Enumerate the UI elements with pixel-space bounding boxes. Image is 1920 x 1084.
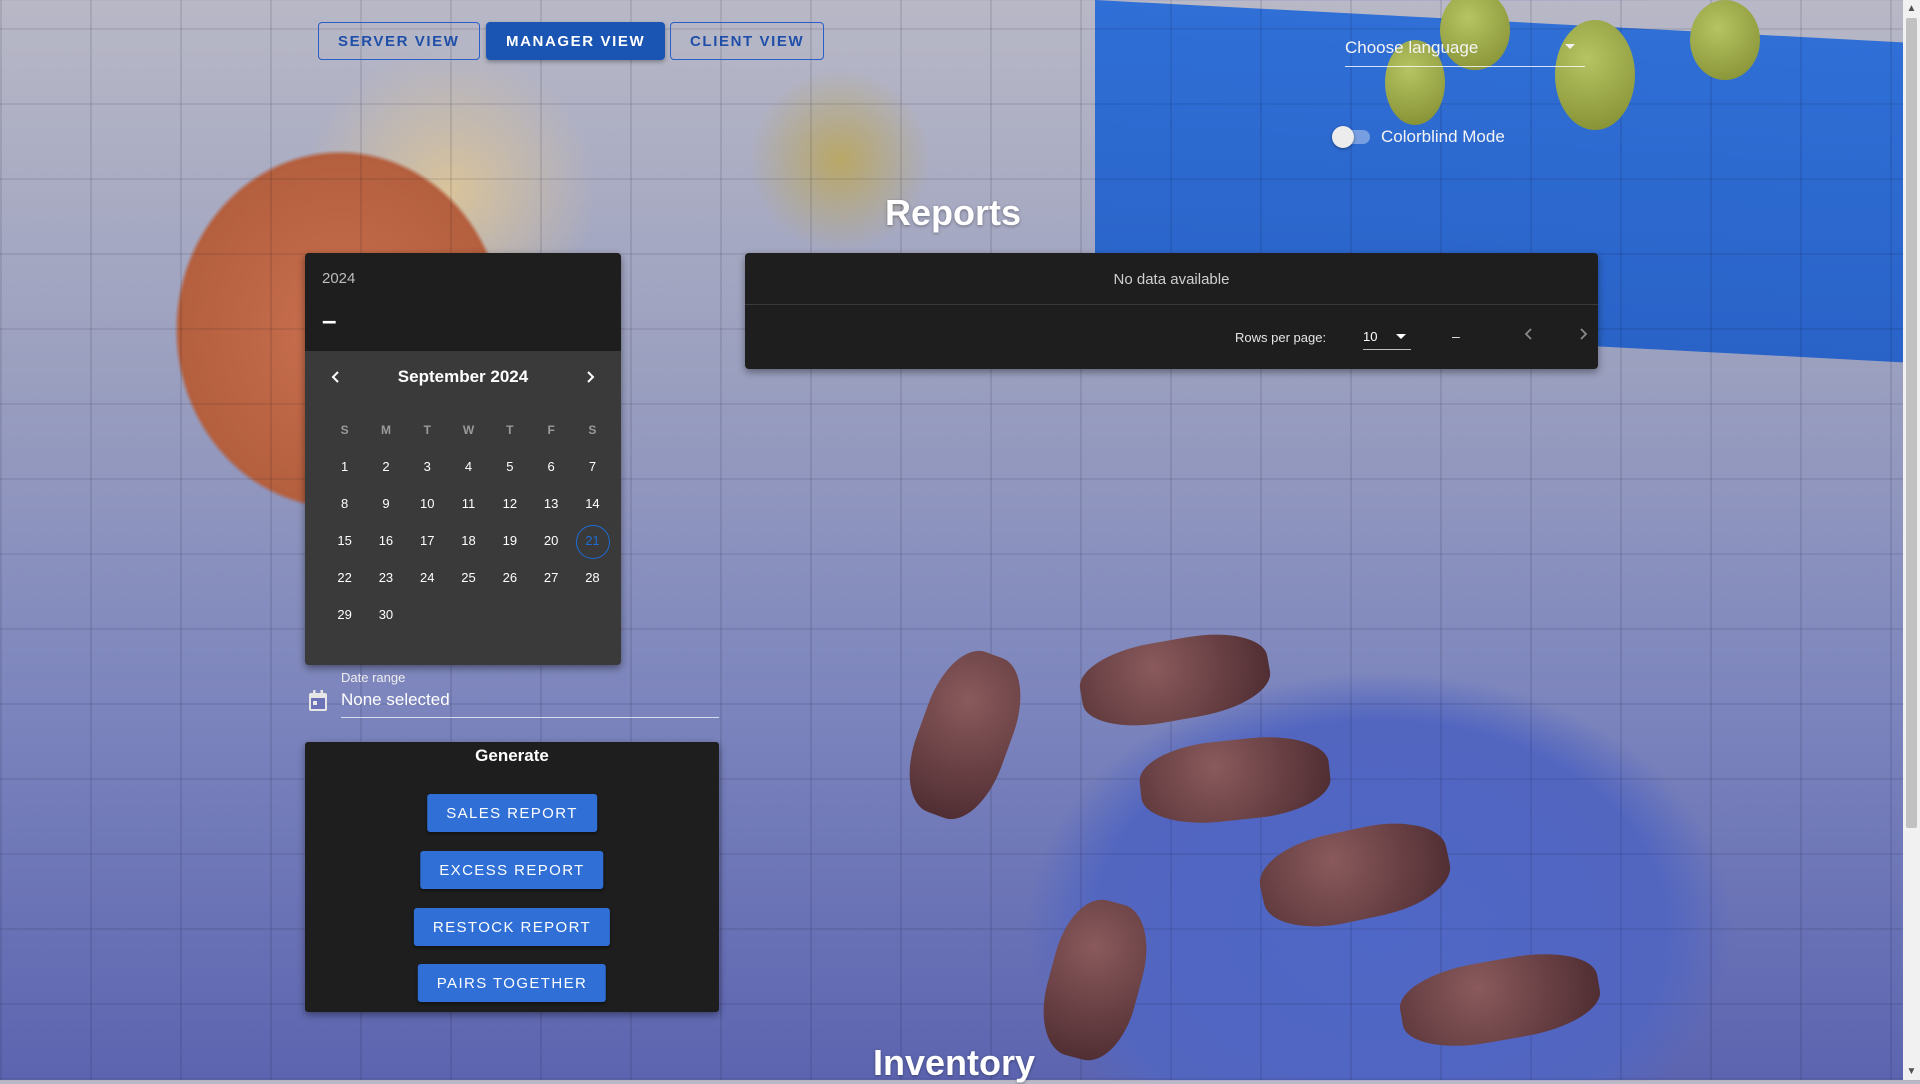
calendar-week: 15 16 17 18 19 20 21 bbox=[324, 522, 613, 559]
calendar-day[interactable]: 13 bbox=[530, 496, 571, 511]
calendar-week: 29 30 bbox=[324, 596, 613, 633]
date-range-label: Date range bbox=[341, 670, 406, 685]
rows-per-page-select[interactable]: 10 bbox=[1363, 323, 1411, 350]
calendar-day[interactable]: 20 bbox=[530, 533, 571, 548]
calendar-day[interactable]: 3 bbox=[407, 459, 448, 474]
no-data-message: No data available bbox=[1113, 271, 1230, 288]
calendar-day[interactable]: 16 bbox=[365, 533, 406, 548]
date-picker: 2024 – September 2024 S M T W T F S 1 2 … bbox=[305, 253, 621, 665]
calendar-day[interactable]: 11 bbox=[448, 496, 489, 511]
next-page-button[interactable] bbox=[1569, 321, 1597, 349]
calendar-week: 8 9 10 11 12 13 14 bbox=[324, 485, 613, 522]
date-picker-selected-range: – bbox=[322, 305, 337, 335]
scroll-down-icon[interactable]: ▼ bbox=[1903, 1063, 1920, 1080]
calendar-day[interactable]: 5 bbox=[489, 459, 530, 474]
weekday-label: S bbox=[588, 422, 597, 437]
language-select[interactable]: Choose language bbox=[1345, 36, 1585, 67]
weekday-label: F bbox=[547, 422, 555, 437]
calendar-day[interactable]: 24 bbox=[407, 570, 448, 585]
chevron-down-icon bbox=[1396, 334, 1406, 339]
calendar-day[interactable]: 17 bbox=[407, 533, 448, 548]
calendar-day[interactable]: 18 bbox=[448, 533, 489, 548]
scroll-up-icon[interactable]: ▲ bbox=[1903, 0, 1920, 17]
calendar-day[interactable]: 19 bbox=[489, 533, 530, 548]
calendar-day[interactable]: 23 bbox=[365, 570, 406, 585]
generate-panel: Generate SALES REPORT EXCESS REPORT REST… bbox=[305, 742, 719, 1012]
calendar-week: 22 23 24 25 26 27 28 bbox=[324, 559, 613, 596]
calendar-day[interactable]: 2 bbox=[365, 459, 406, 474]
calendar-day[interactable]: 26 bbox=[489, 570, 530, 585]
background-olive bbox=[1690, 0, 1760, 80]
calendar-day[interactable]: 30 bbox=[365, 607, 406, 622]
reports-title: Reports bbox=[885, 192, 1022, 233]
date-picker-header: 2024 – bbox=[305, 253, 621, 351]
sales-report-button[interactable]: SALES REPORT bbox=[427, 794, 597, 832]
calendar-day[interactable]: 12 bbox=[489, 496, 530, 511]
rows-per-page-value: 10 bbox=[1363, 329, 1378, 344]
date-picker-month-label[interactable]: September 2024 bbox=[305, 367, 621, 387]
weekday-label: T bbox=[423, 422, 431, 437]
next-month-button[interactable] bbox=[575, 363, 605, 393]
colorblind-toggle[interactable] bbox=[1332, 126, 1370, 148]
calendar-day[interactable]: 4 bbox=[448, 459, 489, 474]
restock-report-button[interactable]: RESTOCK REPORT bbox=[413, 908, 611, 946]
chevron-right-icon bbox=[587, 371, 595, 383]
calendar-grid: S M T W T F S 1 2 3 4 5 6 7 8 9 10 11 12… bbox=[324, 411, 613, 633]
calendar-day[interactable]: 22 bbox=[324, 570, 365, 585]
calendar-day-today[interactable]: 21 bbox=[572, 524, 613, 559]
calendar-day[interactable]: 14 bbox=[572, 496, 613, 511]
pairs-together-button[interactable]: PAIRS TOGETHER bbox=[417, 964, 607, 1002]
date-range-underline bbox=[341, 717, 719, 718]
rows-per-page-label: Rows per page: bbox=[1235, 330, 1327, 345]
calendar-day[interactable]: 7 bbox=[572, 459, 613, 474]
server-view-button[interactable]: SERVER VIEW bbox=[318, 22, 480, 60]
calendar-day[interactable]: 10 bbox=[407, 496, 448, 511]
weekday-label: W bbox=[462, 422, 475, 437]
calendar-day[interactable]: 29 bbox=[324, 607, 365, 622]
inventory-title: Inventory bbox=[873, 1042, 1036, 1083]
chevron-left-icon bbox=[1524, 328, 1532, 340]
date-range-input[interactable]: None selected bbox=[341, 690, 450, 710]
chevron-down-icon bbox=[1565, 44, 1575, 49]
excess-report-button[interactable]: EXCESS REPORT bbox=[420, 851, 604, 889]
colorblind-label: Colorblind Mode bbox=[1381, 127, 1505, 146]
weekday-header-row: S M T W T F S bbox=[324, 411, 613, 448]
calendar-day[interactable]: 27 bbox=[530, 570, 571, 585]
date-picker-year[interactable]: 2024 bbox=[322, 270, 355, 287]
scrollbar-thumb[interactable] bbox=[1906, 18, 1917, 828]
calendar-day[interactable]: 9 bbox=[365, 496, 406, 511]
page-info: – bbox=[1452, 328, 1460, 344]
calendar-day[interactable]: 25 bbox=[448, 570, 489, 585]
generate-title: Generate bbox=[475, 746, 549, 765]
page-scrollbar[interactable]: ▲ ▼ bbox=[1903, 0, 1920, 1080]
weekday-label: M bbox=[380, 422, 391, 437]
background-tiles bbox=[0, 0, 1920, 1080]
language-select-placeholder: Choose language bbox=[1345, 38, 1479, 57]
client-view-button[interactable]: CLIENT VIEW bbox=[670, 22, 825, 60]
calendar-day[interactable]: 8 bbox=[324, 496, 365, 511]
calendar-week: 1 2 3 4 5 6 7 bbox=[324, 448, 613, 485]
weekday-label: S bbox=[340, 422, 349, 437]
calendar-day[interactable]: 15 bbox=[324, 533, 365, 548]
calendar-day[interactable]: 1 bbox=[324, 459, 365, 474]
manager-view-button[interactable]: MANAGER VIEW bbox=[486, 22, 666, 60]
calendar-day[interactable]: 28 bbox=[572, 570, 613, 585]
table-divider bbox=[745, 304, 1598, 305]
calendar-day[interactable]: 6 bbox=[530, 459, 571, 474]
report-table: No data available Rows per page: 10 – bbox=[745, 253, 1598, 369]
previous-page-button[interactable] bbox=[1515, 321, 1543, 349]
calendar-icon[interactable] bbox=[308, 690, 328, 712]
weekday-label: T bbox=[506, 422, 514, 437]
toggle-knob bbox=[1332, 126, 1354, 148]
chevron-right-icon bbox=[1580, 328, 1588, 340]
